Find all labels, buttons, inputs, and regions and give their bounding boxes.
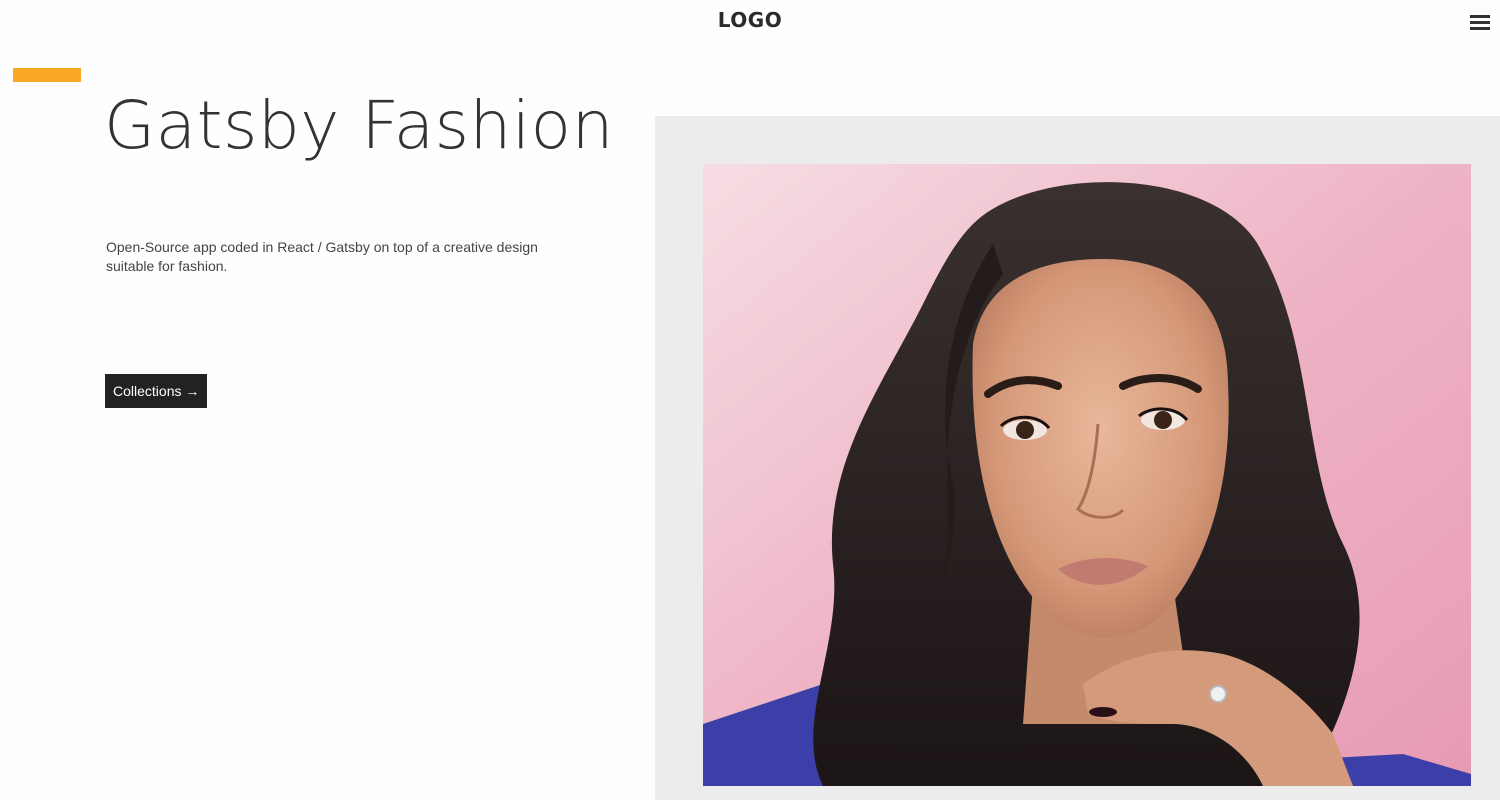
logo[interactable]: LOGO: [0, 8, 1500, 32]
page: LOGO Gatsby Fashion Open-Source app code…: [0, 0, 1500, 800]
accent-bar: [13, 68, 81, 82]
portrait-illustration: [703, 164, 1471, 786]
menu-line: [1470, 27, 1490, 30]
hero-description: Open-Source app coded in React / Gatsby …: [106, 239, 538, 274]
menu-line: [1470, 15, 1490, 18]
collections-button[interactable]: Collections →: [105, 374, 208, 408]
hamburger-menu-icon[interactable]: [1470, 15, 1490, 31]
menu-line: [1470, 21, 1490, 24]
portrait-photo: [703, 164, 1471, 786]
hero-title: Gatsby Fashion: [104, 87, 614, 164]
